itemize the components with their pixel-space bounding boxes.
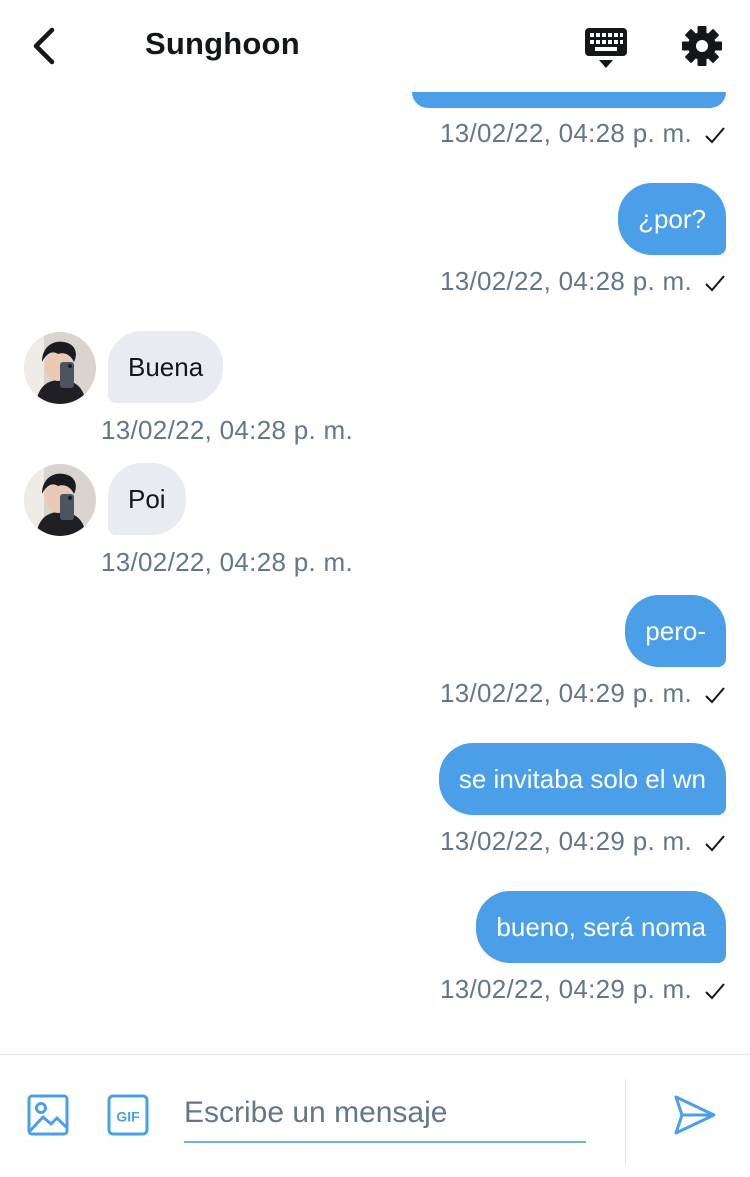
message-timestamp: 13/02/22, 04:29 p. m. — [440, 826, 726, 857]
send-icon — [674, 1095, 716, 1135]
keyboard-icon — [585, 28, 627, 68]
message-timestamp: 13/02/22, 04:28 p. m. — [101, 547, 354, 577]
message-bubble-outgoing[interactable]: pero- — [625, 595, 726, 667]
check-icon — [705, 275, 725, 292]
message-timestamp: 13/02/22, 04:28 p. m. — [440, 118, 726, 149]
chevron-left-icon — [33, 27, 55, 65]
check-icon — [705, 687, 725, 704]
check-icon — [705, 127, 725, 144]
svg-text:GIF: GIF — [116, 1109, 140, 1125]
message-timestamp: 13/02/22, 04:29 p. m. — [440, 974, 726, 1005]
contact-avatar[interactable] — [24, 332, 96, 404]
attach-image-button[interactable] — [26, 1093, 70, 1137]
check-icon — [705, 983, 725, 1000]
message-composer: GIF — [0, 1054, 750, 1177]
contact-avatar[interactable] — [24, 464, 96, 536]
conversation-title[interactable]: Sunghoon — [145, 26, 300, 62]
keyboard-toggle-button[interactable] — [582, 24, 630, 72]
check-icon — [705, 835, 725, 852]
image-icon — [27, 1094, 69, 1136]
message-input[interactable] — [184, 1085, 586, 1143]
message-bubble-incoming[interactable]: Buena — [108, 331, 224, 403]
message-bubble-outgoing[interactable]: se invitaba solo el wn — [438, 743, 726, 815]
back-button[interactable] — [22, 22, 70, 70]
gear-icon — [682, 26, 722, 66]
message-bubble-outgoing[interactable]: ¿por? — [618, 183, 726, 255]
message-timestamp: 13/02/22, 04:28 p. m. — [440, 266, 726, 297]
settings-button[interactable] — [678, 22, 726, 70]
send-button[interactable] — [670, 1091, 718, 1139]
avatar-photo — [24, 332, 96, 404]
avatar-photo — [24, 464, 96, 536]
conversation-header: Sunghoon — [0, 0, 750, 92]
composer-divider — [625, 1079, 626, 1165]
message-timestamp: 13/02/22, 04:29 p. m. — [440, 678, 726, 709]
attach-gif-button[interactable]: GIF — [106, 1093, 150, 1137]
message-bubble-incoming[interactable]: Poi — [108, 463, 186, 535]
message-bubble-outgoing[interactable]: bueno, será noma — [476, 891, 726, 963]
message-timestamp: 13/02/22, 04:28 p. m. — [101, 415, 354, 445]
gif-icon: GIF — [107, 1094, 149, 1136]
message-bubble-outgoing[interactable] — [412, 92, 726, 108]
